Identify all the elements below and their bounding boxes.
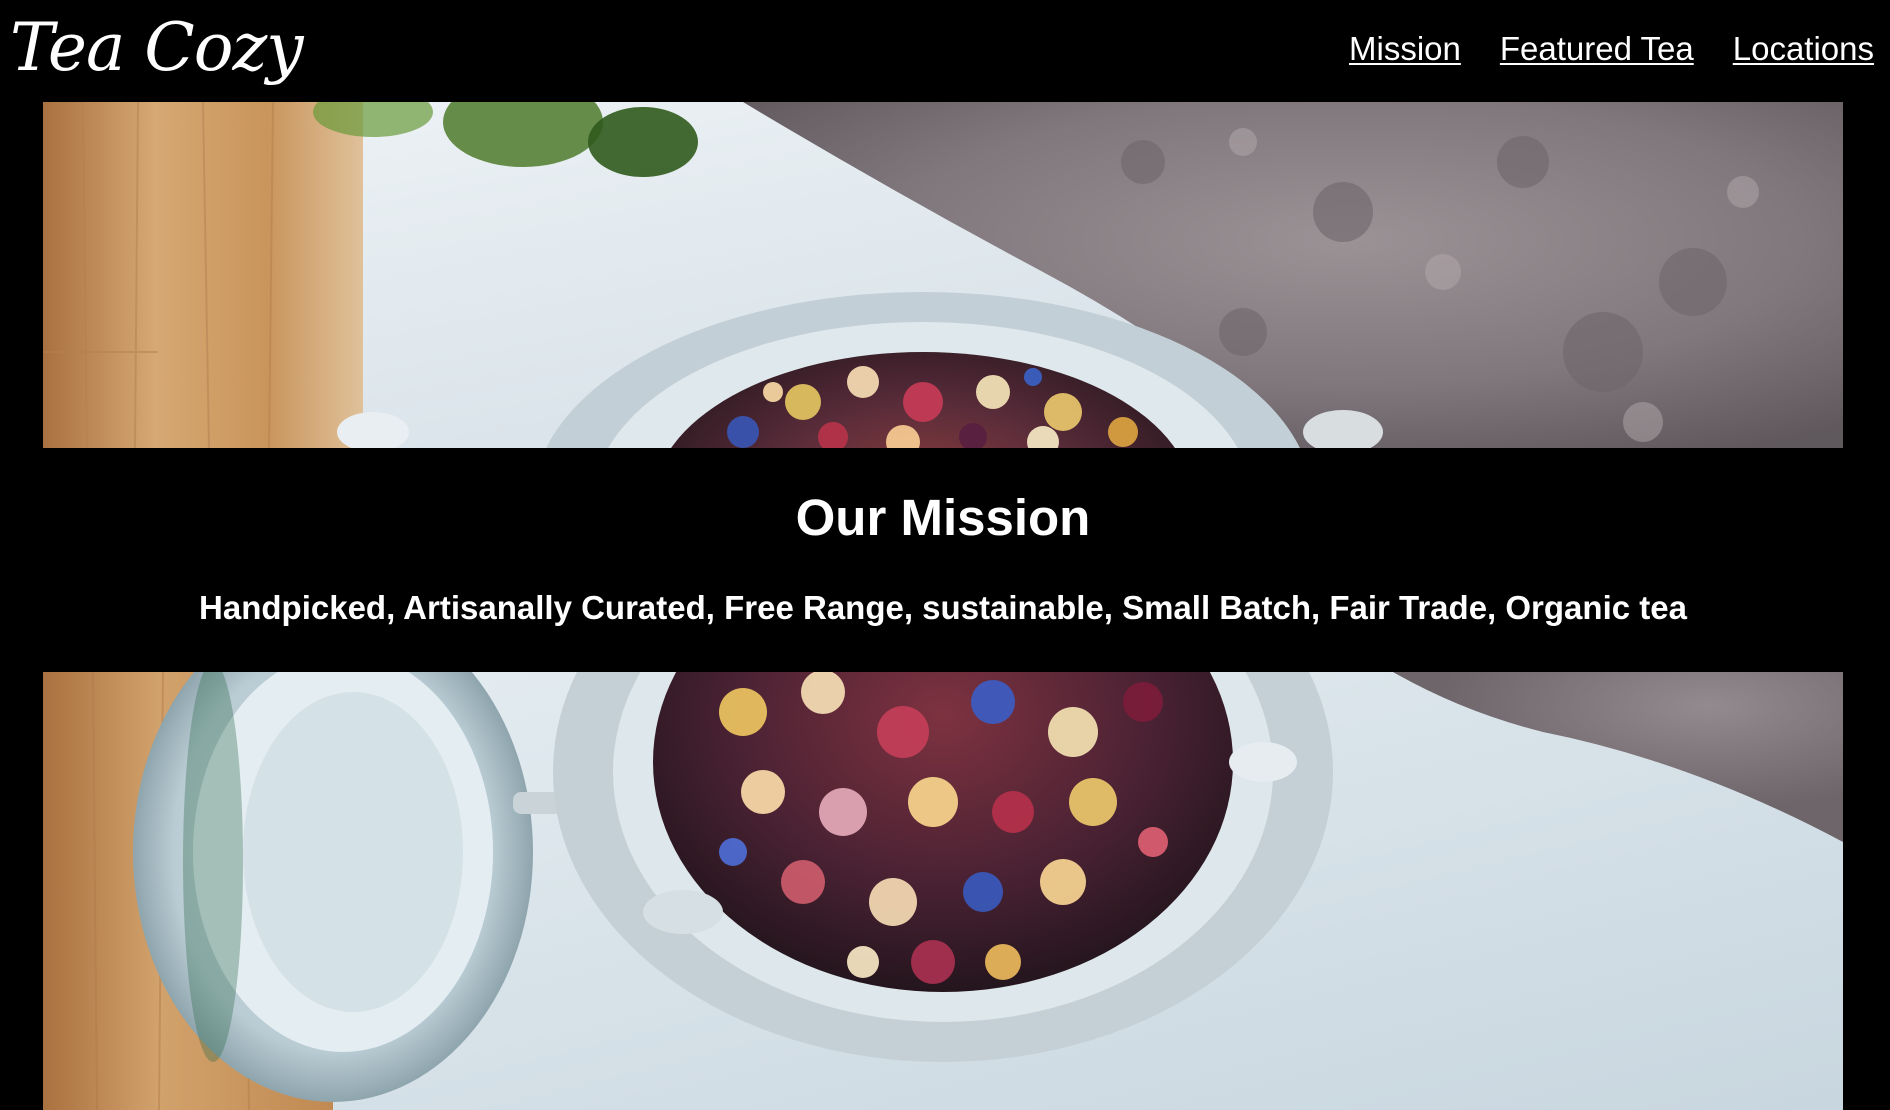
nav-link-locations[interactable]: Locations	[1733, 28, 1874, 70]
logo[interactable]: Tea Cozy	[10, 6, 304, 90]
hero-image-top	[43, 102, 1843, 448]
mission-title: Our Mission	[795, 489, 1091, 546]
main-nav: Mission Featured Tea Locations	[1349, 28, 1874, 70]
nav-link-featured-tea[interactable]: Featured Tea	[1500, 28, 1694, 70]
hero-image-bottom	[43, 672, 1843, 1110]
mission-section: Our Mission Handpicked, Artisanally Cura…	[43, 448, 1843, 672]
site-header: Tea Cozy Mission Featured Tea Locations	[0, 0, 1890, 102]
mission-statement: Handpicked, Artisanally Curated, Free Ra…	[199, 589, 1687, 626]
nav-link-mission[interactable]: Mission	[1349, 28, 1461, 70]
